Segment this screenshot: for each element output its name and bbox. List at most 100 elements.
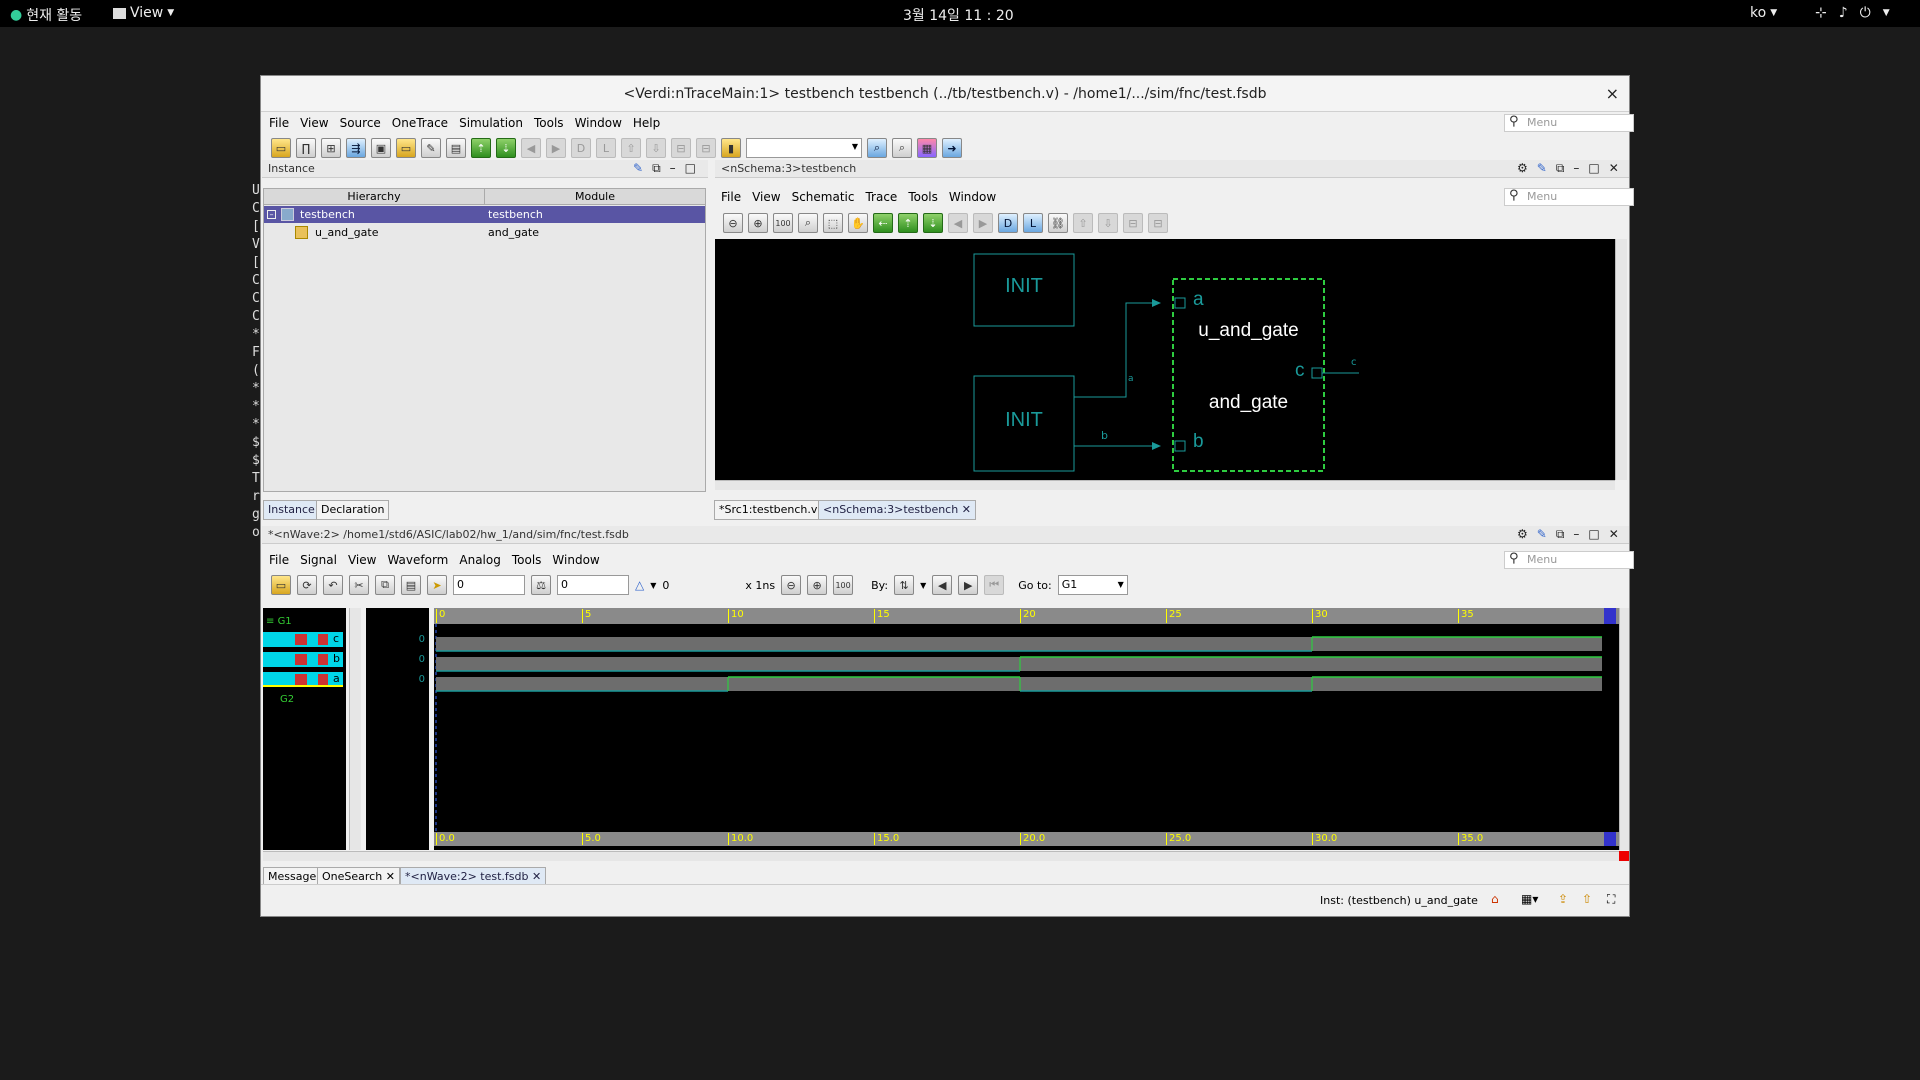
home-icon[interactable]: ⌂ (1491, 892, 1499, 906)
pan-hand-icon[interactable]: ✋ (848, 213, 868, 233)
cursor-icon[interactable]: ➤ (427, 575, 447, 595)
schema-menu-search-input[interactable]: ⚲ Menu (1504, 188, 1634, 206)
trace-up-icon[interactable]: ⇡ (471, 138, 491, 158)
search-by-icon[interactable]: ⇅ (894, 575, 915, 595)
tab-nschema[interactable]: <nSchema:3>testbench ✕ (818, 500, 976, 520)
chevron-down-icon[interactable]: ▼ (650, 581, 656, 590)
menu-tools[interactable]: Tools (534, 116, 564, 130)
menu-search-input[interactable]: ⚲ Menu (1504, 114, 1634, 132)
load-icon[interactable]: L (1023, 213, 1043, 233)
undo-icon[interactable]: ↶ (323, 575, 343, 595)
pin-icon[interactable]: ✎ (1537, 161, 1547, 176)
layout-icon[interactable]: ▦▾ (1521, 892, 1538, 906)
wave-menu-file[interactable]: File (269, 553, 289, 567)
collapse-icon[interactable]: – (267, 210, 276, 219)
chevron-down-icon[interactable]: ▼ (920, 581, 926, 590)
home-up-icon[interactable]: ⇧ (1582, 892, 1592, 906)
schematic-vscroll[interactable] (1615, 239, 1627, 480)
tab-src1-testbench[interactable]: *Src1:testbench.v (714, 500, 823, 520)
window-close-button[interactable]: × (1606, 76, 1619, 112)
minimize-icon[interactable]: – (1573, 527, 1579, 542)
wave-menu-tools[interactable]: Tools (512, 553, 542, 567)
prev-icon[interactable]: ⇠ (873, 213, 893, 233)
close-icon[interactable]: ✕ (1609, 161, 1619, 176)
waveform-canvas[interactable]: 0 5 10 15 20 25 30 35 0.0 5.0 10.0 15.0 20.0 25.0 30.0… (434, 608, 1619, 850)
copy-icon[interactable]: ⧉ (375, 575, 395, 595)
signal-row-b[interactable]: b (263, 652, 343, 667)
open-folder-icon[interactable]: ▭ (271, 138, 291, 158)
upload-icon[interactable]: ⇪ (1558, 892, 1568, 906)
connectivity-icon[interactable]: ⛓ (1048, 213, 1068, 233)
search-combo[interactable]: ▼ (746, 138, 862, 158)
zoom-fit-icon[interactable]: ⌕ (798, 213, 818, 233)
cursor-time-input[interactable]: 0 (453, 575, 525, 595)
schema-menu-trace[interactable]: Trace (865, 190, 897, 204)
menu-help[interactable]: Help (633, 116, 660, 130)
module-column-header[interactable]: Module (484, 189, 705, 205)
marker-icon[interactable]: ⚖ (531, 575, 551, 595)
window-titlebar[interactable]: <Verdi:nTraceMain:1> testbench testbench… (261, 76, 1629, 112)
wave-menu-search-input[interactable]: ⚲ Menu (1504, 551, 1634, 569)
waveform-icon[interactable]: ∏ (296, 138, 316, 158)
group-g2[interactable]: G2 (280, 694, 294, 705)
system-tray[interactable]: ⊹ ♪ ⏻ ▼ (1815, 5, 1890, 21)
menu-onetrace[interactable]: OneTrace (392, 116, 448, 130)
flow-icon[interactable]: ⇶ (346, 138, 366, 158)
pin-icon[interactable]: ✎ (1537, 527, 1547, 542)
tab-declaration[interactable]: Declaration (316, 500, 390, 520)
goto-select[interactable]: G1 ▼ (1057, 575, 1128, 595)
back-icon[interactable]: ◀ (521, 138, 541, 158)
trace-down-icon[interactable]: ⇣ (496, 138, 516, 158)
menu-source[interactable]: Source (340, 116, 381, 130)
maximize-icon[interactable]: □ (1588, 527, 1599, 542)
paste-icon[interactable]: ▤ (401, 575, 421, 595)
hierarchy-column-header[interactable]: Hierarchy (264, 189, 484, 205)
driver-icon[interactable]: D (998, 213, 1018, 233)
schematic-icon[interactable]: ⊞ (321, 138, 341, 158)
forward-icon[interactable]: ▶ (973, 213, 993, 233)
activities-button[interactable]: ● 현재 활동 (10, 5, 82, 25)
open-icon[interactable]: ▭ (271, 575, 291, 595)
zoom-in-icon[interactable]: ⊕ (807, 575, 828, 595)
schematic-canvas[interactable]: INIT INIT a b c u_and_gate and_gate a b … (715, 239, 1615, 480)
close-icon[interactable]: ✕ (1609, 527, 1619, 542)
tree-row-u-and-gate[interactable]: u_and_gate and_gate (264, 224, 705, 241)
schema-menu-view[interactable]: View (752, 190, 780, 204)
schema-menu-schematic[interactable]: Schematic (792, 190, 855, 204)
signal-vscroll[interactable] (349, 608, 361, 850)
tree-row-testbench[interactable]: – testbench testbench (264, 206, 705, 223)
minimize-icon[interactable]: – (670, 161, 676, 176)
wave-menu-window[interactable]: Window (552, 553, 599, 567)
cut-icon[interactable]: ✂ (349, 575, 369, 595)
fsm-icon[interactable]: ▣ (371, 138, 391, 158)
find-next-icon[interactable]: ⌕ (892, 138, 912, 158)
edit-icon[interactable]: ✎ (421, 138, 441, 158)
wave-menu-analog[interactable]: Analog (459, 553, 500, 567)
back-icon[interactable]: ◀ (948, 213, 968, 233)
close-icon[interactable]: ✕ (962, 503, 971, 516)
palette-icon[interactable]: ▦ (917, 138, 937, 158)
maximize-icon[interactable]: □ (685, 161, 696, 176)
maximize-icon[interactable]: □ (1588, 161, 1599, 176)
zoom-in-icon[interactable]: ⊕ (748, 213, 768, 233)
minimize-icon[interactable]: – (1573, 161, 1579, 176)
send-icon[interactable]: ➜ (942, 138, 962, 158)
folder-icon[interactable]: ▭ (396, 138, 416, 158)
forward-icon[interactable]: ▶ (546, 138, 566, 158)
signal-row-a[interactable]: a (263, 672, 343, 687)
view-app-menu[interactable]: View ▼ (113, 5, 174, 21)
menu-window[interactable]: Window (575, 116, 622, 130)
hier2-icon[interactable]: ⊟ (696, 138, 716, 158)
signal-list-pane[interactable]: ≡ G1 c b a G2 (263, 608, 346, 850)
menu-simulation[interactable]: Simulation (459, 116, 523, 130)
tab-instance[interactable]: Instance (263, 500, 320, 520)
search-forward-icon[interactable]: ▶ (958, 575, 979, 595)
schema-menu-file[interactable]: File (721, 190, 741, 204)
schema-menu-tools[interactable]: Tools (908, 190, 938, 204)
load-icon[interactable]: L (596, 138, 616, 158)
menu-file[interactable]: File (269, 116, 289, 130)
reload-icon[interactable]: ⟳ (297, 575, 317, 595)
up-icon[interactable]: ⇧ (1073, 213, 1093, 233)
trace-up-icon[interactable]: ⇡ (898, 213, 918, 233)
pin-icon[interactable]: ✎ (633, 161, 643, 176)
